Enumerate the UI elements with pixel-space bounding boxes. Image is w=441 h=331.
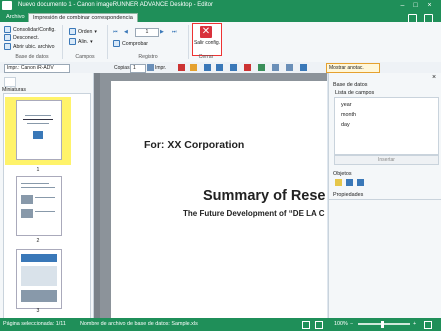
- base-datos-header: Base de datos: [333, 82, 368, 88]
- print-icon[interactable]: [147, 64, 154, 71]
- group-label-registro: Registro: [138, 54, 158, 60]
- select-object-icon[interactable]: [335, 179, 342, 186]
- status-bar: Página seleccionada: 1/11 Nombre de arch…: [0, 318, 441, 331]
- printer-select[interactable]: Impr.: Canon iR-ADV: [4, 64, 70, 73]
- copias-label: Copias: [114, 65, 130, 71]
- field-day[interactable]: day: [341, 122, 350, 128]
- close-icon: ✕: [200, 26, 212, 38]
- zoom-slider-thumb[interactable]: [381, 321, 384, 328]
- comprobar-button[interactable]: Comprobar: [113, 40, 148, 47]
- last-record-button[interactable]: ⏭: [172, 29, 177, 36]
- copias-field[interactable]: 1: [130, 64, 146, 73]
- page-icon[interactable]: [272, 64, 279, 71]
- first-record-button[interactable]: ⏮: [113, 29, 118, 36]
- lista-campos-label: Lista de campos: [335, 90, 375, 96]
- document-subtitle[interactable]: The Future Development of “DE LA C: [183, 209, 325, 218]
- salir-config-button[interactable]: ✕ Salir config.: [192, 23, 222, 56]
- chevron-down-icon: ▾: [94, 28, 98, 35]
- check-icon: [113, 40, 120, 47]
- field-list: year month day: [334, 97, 439, 155]
- mostrar-anotaciones-toggle[interactable]: Mostrar anotac.: [326, 63, 380, 73]
- zoom-icon[interactable]: [286, 64, 293, 71]
- ribbon-separator: [107, 25, 108, 59]
- group-label-cerrar: Cerrar: [198, 54, 214, 60]
- ribbon-separator: [188, 25, 189, 59]
- minimize-button[interactable]: –: [397, 1, 408, 11]
- field-year[interactable]: year: [341, 102, 352, 108]
- zoom-in-button[interactable]: +: [413, 321, 416, 327]
- zoom-slider[interactable]: [358, 323, 410, 325]
- document-canvas[interactable]: For: XX Corporation Summary of Rese The …: [94, 73, 327, 318]
- zoom-level: 100%: [334, 321, 348, 327]
- order-icon: [69, 28, 76, 35]
- database-icon: [4, 26, 11, 33]
- rotate-icon[interactable]: [230, 64, 237, 71]
- chevron-down-icon: ▾: [90, 38, 93, 45]
- thumbnail-tab-icon[interactable]: [4, 77, 16, 87]
- close-button[interactable]: ×: [424, 1, 435, 11]
- thumbnail-page-2[interactable]: [16, 176, 62, 236]
- thumbnail-page-1[interactable]: [16, 100, 62, 160]
- zoom-out-button[interactable]: −: [350, 321, 353, 327]
- window-title: Nuevo documento 1 - Canon imageRUNNER AD…: [18, 2, 213, 8]
- propiedades-header: Propiedades: [333, 192, 364, 198]
- for-line[interactable]: For: XX Corporation: [144, 139, 244, 151]
- thumbnail-list: 1 2 3: [3, 93, 91, 320]
- undo-icon[interactable]: [204, 64, 211, 71]
- divider: [329, 199, 441, 200]
- title-bar: Nuevo documento 1 - Canon imageRUNNER AD…: [0, 0, 441, 12]
- image-object-icon[interactable]: [357, 179, 364, 186]
- text-object-icon[interactable]: [346, 179, 353, 186]
- tab-archivo[interactable]: Archivo: [2, 13, 29, 22]
- view-single-icon[interactable]: [302, 321, 310, 329]
- view-icon[interactable]: [300, 64, 307, 71]
- consolidar-button[interactable]: Consolidar/Config.: [4, 26, 56, 33]
- archivo-base-datos: Nombre de archivo de base de datos: Samp…: [80, 321, 198, 327]
- record-number-field[interactable]: 1: [135, 28, 159, 37]
- ribbon-tabs: Archivo Impresión de combinar correspond…: [0, 12, 441, 23]
- group-label-campos: Campos: [75, 54, 95, 60]
- insertar-button[interactable]: Insertar: [334, 155, 439, 165]
- next-record-button[interactable]: ▶: [160, 29, 164, 35]
- print-label[interactable]: Impr.: [155, 65, 166, 71]
- desconectar-button[interactable]: Desconect.: [4, 34, 39, 41]
- page-number: 3: [36, 308, 40, 314]
- alinear-button[interactable]: Alin. ▾: [69, 38, 93, 45]
- align-icon: [69, 38, 76, 45]
- page-number: 1: [36, 167, 40, 173]
- page-number: 2: [36, 238, 40, 244]
- group-label-base-datos: Base de datos: [15, 54, 49, 60]
- field-month[interactable]: month: [341, 112, 356, 118]
- document-page[interactable]: For: XX Corporation Summary of Rese The …: [111, 81, 327, 318]
- disconnect-icon: [4, 34, 11, 41]
- ribbon-separator: [62, 25, 63, 59]
- ribbon: Consolidar/Config. Desconect. Abrir ubic…: [0, 22, 441, 63]
- abrir-ubicacion-button[interactable]: Abrir ubic. archivo: [4, 43, 55, 50]
- orden-button[interactable]: Orden ▾: [69, 28, 97, 35]
- fit-page-icon[interactable]: [424, 321, 432, 329]
- view-double-icon[interactable]: [315, 321, 323, 329]
- splitter-bar[interactable]: [94, 73, 100, 318]
- insert-icon[interactable]: [258, 64, 265, 71]
- app-icon: [2, 1, 12, 10]
- prev-record-button[interactable]: ◀: [124, 29, 128, 35]
- objetos-header: Objetos: [333, 171, 352, 177]
- thumbnail-page-3[interactable]: [16, 249, 62, 309]
- folder-icon[interactable]: [190, 64, 197, 71]
- properties-panel: × Base de datos Lista de campos year mon…: [328, 73, 441, 318]
- document-title[interactable]: Summary of Rese: [203, 188, 326, 204]
- thumbnail-panel: Miniaturas 1 2 3: [0, 73, 94, 320]
- pagina-seleccionada: Página seleccionada: 1/11: [3, 321, 66, 327]
- close-panel-icon[interactable]: ×: [432, 74, 436, 81]
- delete-icon[interactable]: [244, 64, 251, 71]
- folder-icon: [4, 43, 11, 50]
- redo-icon[interactable]: [216, 64, 223, 71]
- maximize-button[interactable]: □: [410, 1, 421, 11]
- cut-icon[interactable]: [178, 64, 185, 71]
